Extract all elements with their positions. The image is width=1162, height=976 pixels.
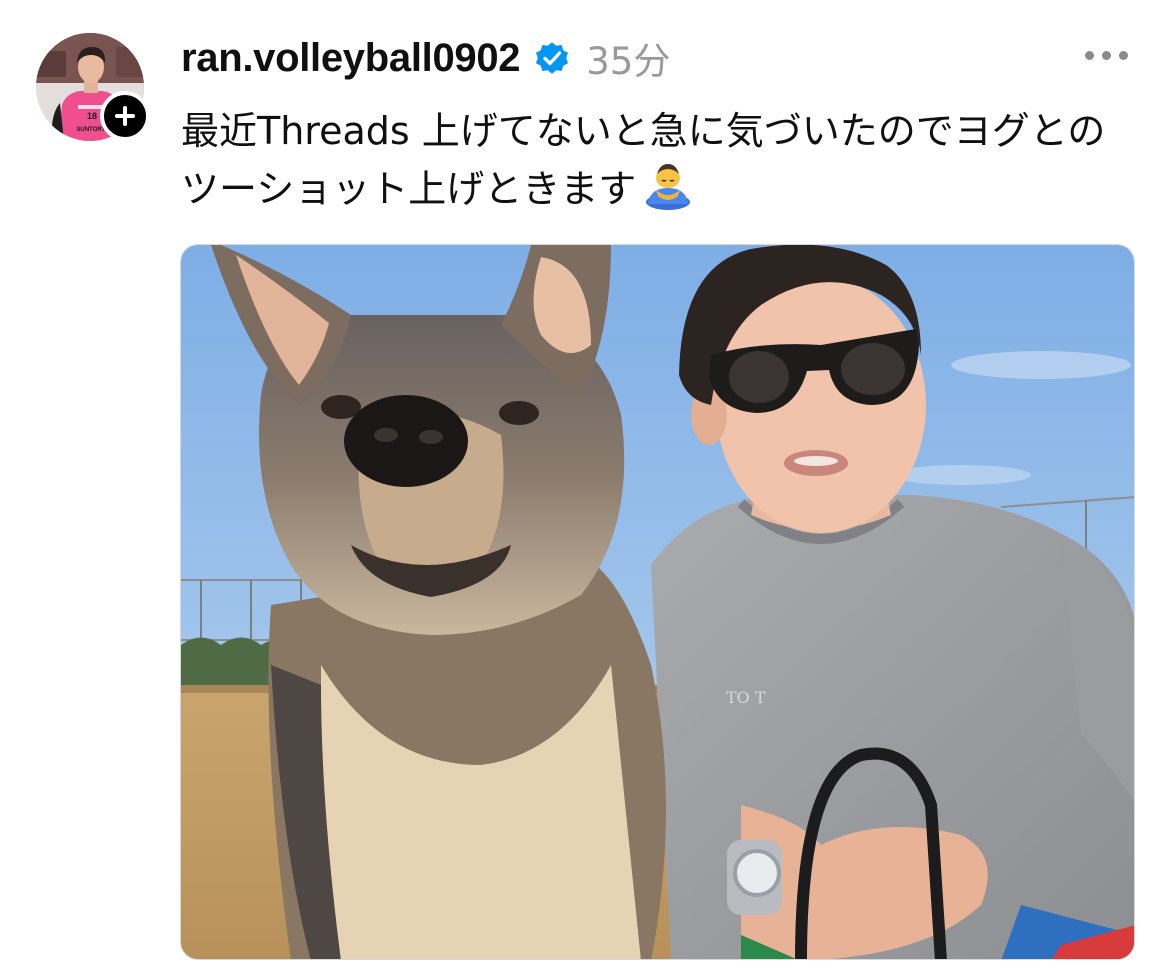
- more-dot: [1101, 50, 1111, 60]
- post-timestamp: 35分: [586, 40, 671, 83]
- sweatshirt-print: TO T: [726, 688, 766, 707]
- thread-post: 18 SUNTORY ran.volleyball0902 35分 最近Thre…: [0, 0, 1162, 976]
- caption-line-1: 最近Threads 上げてないと急に気づいたのでヨグとの: [181, 109, 1106, 153]
- more-options-button[interactable]: [1076, 40, 1136, 70]
- avatar-container[interactable]: 18 SUNTORY: [36, 33, 150, 141]
- post-caption: 最近Threads 上げてないと急に気づいたのでヨグとの ツーショット上げときま…: [181, 102, 1141, 218]
- avatar-jersey-text: SUNTORY: [76, 127, 105, 133]
- follow-button[interactable]: [100, 91, 150, 141]
- username-link[interactable]: ran.volleyball0902: [181, 36, 521, 81]
- post-photo[interactable]: TO T: [180, 244, 1135, 960]
- post-photo-image: TO T: [181, 245, 1134, 959]
- caption-line-2-text: ツーショット上げときます: [181, 167, 637, 211]
- avatar-jersey-number: 18: [87, 111, 97, 121]
- verified-badge-icon: [534, 40, 570, 76]
- more-horizontal-icon: [1084, 50, 1094, 60]
- plus-icon: [115, 106, 135, 126]
- more-dot: [1118, 50, 1128, 60]
- post-header: ran.volleyball0902 35分: [181, 30, 670, 86]
- person-bowing-emoji-icon: [642, 160, 694, 210]
- caption-line-2: ツーショット上げときます: [181, 160, 1141, 218]
